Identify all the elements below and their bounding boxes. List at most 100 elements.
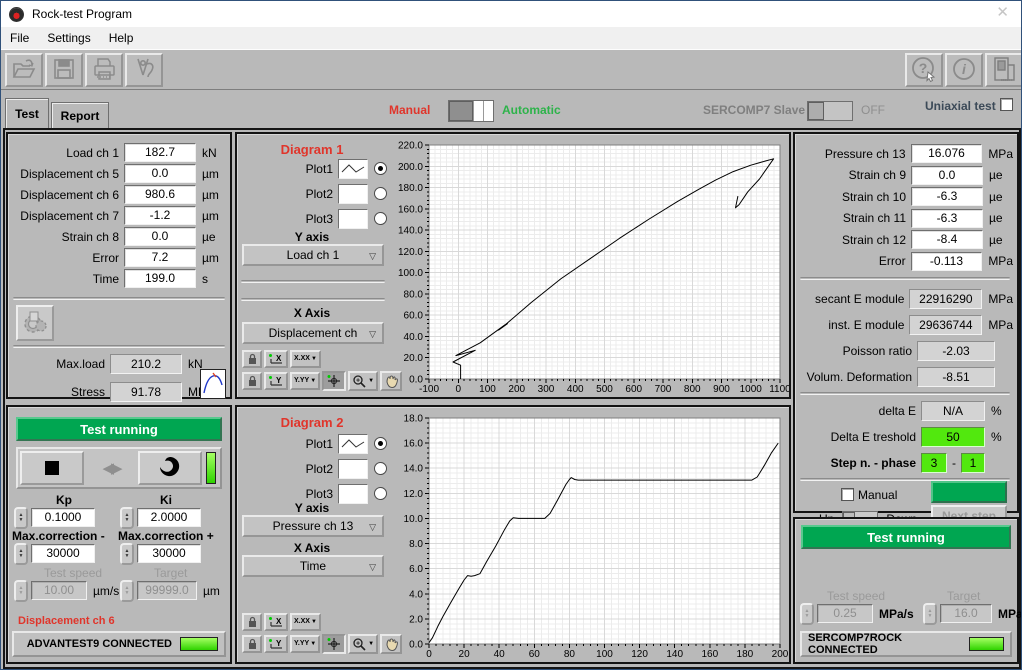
plot3-radio[interactable] [374,487,387,500]
reading-input[interactable]: -1.2 [124,206,196,225]
lock-x-icon[interactable] [242,350,262,368]
test-speed-stepper[interactable]: ▲▼ [800,603,814,625]
computed-row: Volum. Deformation -8.51 [799,364,1013,390]
format-y-button[interactable]: Y.YY▼ [290,635,320,653]
plot2-style-box[interactable] [338,184,368,204]
diagram1-x-axis-select[interactable]: Displacement ch ▽ [242,322,384,344]
reading-input[interactable]: 7.2 [124,248,196,267]
manual-checkbox-label: Manual [854,488,897,502]
stop-button[interactable] [20,451,84,485]
computed-unit: MPa [982,292,1013,306]
menu-bar: File Settings Help [1,27,1021,49]
plot1-style-box[interactable] [338,159,368,179]
tab-test[interactable]: Test [5,98,49,128]
delta-e-threshold-input[interactable]: 50 [921,427,985,447]
save-button[interactable] [45,53,83,87]
max-correction-plus-input[interactable]: 30000 [137,544,201,563]
format-y-button[interactable]: Y.YY▼ [290,372,320,390]
pause-button[interactable]: ◀▶ [86,451,136,485]
plot1-radio[interactable] [374,162,387,175]
reading-input[interactable]: -8.4 [911,230,983,249]
context-help-button[interactable]: ? [905,53,943,87]
diagram1-y-axis-select[interactable]: Load ch 1 ▽ [242,244,384,266]
reading-input[interactable]: 199.0 [124,269,196,288]
diagram2-y-axis-select[interactable]: Pressure ch 13 ▽ [242,515,384,537]
menu-file[interactable]: File [1,31,38,45]
autoscale-y-icon[interactable]: Y [264,635,288,653]
open-file-button[interactable] [5,53,43,87]
autoscale-x-icon[interactable]: X [264,350,288,368]
tab-report[interactable]: Report [51,102,109,128]
test-speed-stepper[interactable]: ▲▼ [14,580,28,602]
kp-label: Kp [56,493,72,507]
reading-input[interactable]: 16.076 [911,144,983,163]
format-x-button[interactable]: X.XX▼ [290,613,321,631]
plot1-style-box[interactable] [338,434,368,454]
plot3-style-box[interactable] [338,209,368,229]
manual-checkbox[interactable] [841,488,854,501]
reading-input[interactable]: 0.0 [124,164,196,183]
target-stepper[interactable]: ▲▼ [923,603,937,625]
zoom-tool-button[interactable]: +▼ [348,371,378,391]
reading-input[interactable]: 980.6 [124,185,196,204]
format-x-button[interactable]: X.XX▼ [290,350,321,368]
test-speed-input[interactable]: 0.25 [817,604,873,623]
reading-input[interactable]: 182.7 [124,143,196,162]
reading-label: Load ch 1 [14,146,124,160]
diagram1-graph[interactable]: -100010020030040050060070080090010001100… [389,136,789,395]
pump-button[interactable] [138,451,202,485]
exit-button[interactable] [985,53,1022,87]
test-speed-input[interactable]: 10.00 [31,581,87,600]
max-correction-plus-stepper[interactable]: ▲▼ [120,543,134,565]
menu-help[interactable]: Help [100,31,143,45]
kp-stepper[interactable]: ▲▼ [14,507,28,529]
ki-input[interactable]: 2.0000 [137,508,201,527]
target-stepper[interactable]: ▲▼ [120,580,134,602]
cursor-tool-button[interactable] [322,634,346,654]
manual-automatic-toggle[interactable] [448,100,494,122]
autoscale-x-icon[interactable]: X [264,613,288,631]
cursor-tool-button[interactable] [322,371,346,391]
reading-input[interactable]: -0.113 [911,252,983,271]
reading-row: Pressure ch 13 16.076 MPa [799,143,1013,165]
plot3-radio[interactable] [374,212,387,225]
uniaxial-test-checkbox[interactable] [1000,98,1013,111]
sercomp7-slave-toggle[interactable] [807,101,853,121]
stress-curve-button[interactable] [200,369,226,399]
lock-x-icon[interactable] [242,613,262,631]
ki-stepper[interactable]: ▲▼ [120,507,134,529]
zoom-tool-button[interactable]: +▼ [348,634,378,654]
info-button[interactable]: i [945,53,983,87]
max-correction-plus-row: ▲▼ 30000 [120,543,201,564]
diagram2-x-axis-select[interactable]: Time ▽ [242,555,384,577]
separator [800,392,1010,395]
reading-input[interactable]: 0.0 [911,166,983,185]
print-button[interactable] [85,53,123,87]
reading-input[interactable]: 0.0 [124,227,196,246]
plot2-radio[interactable] [374,187,387,200]
plot2-radio[interactable] [374,462,387,475]
plot2-style-box[interactable] [338,459,368,479]
max-correction-minus-stepper[interactable]: ▲▼ [14,543,28,565]
svg-text:-100: -100 [419,384,439,395]
kp-input[interactable]: 0.1000 [31,508,95,527]
menu-settings[interactable]: Settings [38,31,99,45]
toggle-handle[interactable] [808,102,824,120]
target-input[interactable]: 16.0 [940,604,992,623]
target-input[interactable]: 99999.0 [137,581,197,600]
close-icon[interactable]: ✕ [996,5,1009,20]
reading-input[interactable]: -6.3 [911,187,983,206]
diagram2-graph[interactable]: 0204060801001201401601802000.02.04.06.08… [389,409,789,660]
toggle-handle[interactable] [449,101,473,121]
reading-input[interactable]: -6.3 [911,209,983,228]
plot1-radio[interactable] [374,437,387,450]
max-correction-minus-input[interactable]: 30000 [31,544,95,563]
lock-y-icon[interactable] [242,635,262,653]
lock-y-icon[interactable] [242,372,262,390]
svg-text:500: 500 [596,384,613,395]
diagram2-x-axis-value: Time [300,559,326,573]
autoscale-y-icon[interactable]: Y [264,372,288,390]
setup-tools-button[interactable] [125,53,163,87]
channel-setup-button[interactable] [16,305,54,341]
computed-value: 22916290 [909,289,982,309]
